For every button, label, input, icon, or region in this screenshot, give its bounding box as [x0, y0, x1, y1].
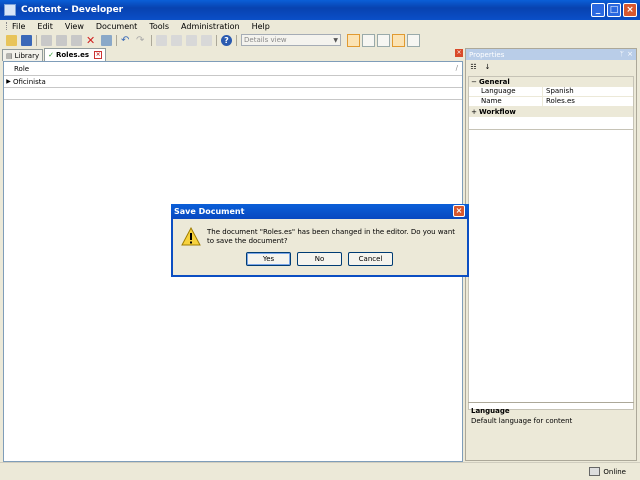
- window-title: Content - Developer: [21, 5, 124, 15]
- help-icon[interactable]: ?: [221, 34, 232, 46]
- tab-library[interactable]: ▤ Library: [2, 49, 44, 61]
- toolbar-separator: [216, 34, 217, 46]
- close-pane-icon[interactable]: ×: [455, 49, 463, 57]
- toolbar-separator: [36, 34, 37, 46]
- description-title: Language: [471, 407, 510, 415]
- grid-header[interactable]: Role /: [4, 62, 462, 76]
- menu-bar: File Edit View Document Tools Administra…: [0, 20, 640, 32]
- categorized-icon[interactable]: ☷: [468, 63, 479, 74]
- menu-help[interactable]: Help: [252, 22, 270, 31]
- filter-icon[interactable]: /: [456, 64, 458, 72]
- toolbar-separator: [116, 34, 117, 46]
- warning-icon: [181, 227, 201, 246]
- dialog-title-bar[interactable]: Save Document: [171, 204, 469, 219]
- properties-panel: Properties ᛘ × ☷ ↓ − General Language Sp…: [465, 48, 637, 461]
- property-description: Language Default language for content: [468, 402, 634, 458]
- table-row[interactable]: ▶ Oficinista: [4, 76, 462, 88]
- property-value[interactable]: Roles.es: [543, 97, 633, 106]
- window-controls: _ □ ×: [591, 3, 637, 17]
- close-tab-icon[interactable]: ×: [94, 51, 103, 59]
- property-grid-empty: [468, 130, 634, 410]
- open-folder-icon[interactable]: [6, 34, 17, 46]
- yes-button[interactable]: Yes: [246, 252, 291, 266]
- menu-edit[interactable]: Edit: [37, 22, 53, 31]
- view-dropdown[interactable]: Details view ▼: [241, 34, 341, 46]
- dialog-buttons: Yes No Cancel: [246, 252, 393, 266]
- row-selector-icon: ▶: [6, 78, 11, 85]
- menu-document[interactable]: Document: [96, 22, 137, 31]
- refresh-icon[interactable]: [201, 34, 212, 46]
- save-icon[interactable]: [21, 34, 32, 46]
- sort-icon[interactable]: [186, 34, 197, 46]
- category-label: General: [479, 78, 510, 86]
- network-icon: [589, 467, 601, 476]
- close-icon[interactable]: ×: [627, 50, 633, 58]
- property-value[interactable]: Spanish: [543, 87, 633, 96]
- properties-icon[interactable]: [101, 34, 112, 46]
- new-document-icon[interactable]: [41, 34, 52, 46]
- close-window-button[interactable]: ×: [623, 3, 637, 17]
- details-view-icon[interactable]: [347, 33, 360, 47]
- redo-icon[interactable]: ↷: [136, 35, 147, 46]
- no-button[interactable]: No: [297, 252, 342, 266]
- tab-label: Roles.es: [55, 51, 90, 59]
- column-header-role[interactable]: Role: [14, 65, 29, 73]
- menu-file[interactable]: File: [12, 22, 25, 31]
- menu-grip: [6, 22, 8, 30]
- move-down-icon[interactable]: [171, 34, 182, 46]
- tab-roles[interactable]: ✓ Roles.es ×: [44, 48, 107, 61]
- collapse-icon[interactable]: −: [469, 78, 479, 86]
- property-name: Name: [469, 97, 543, 106]
- category-label: Workflow: [479, 108, 516, 116]
- move-up-icon[interactable]: [156, 34, 167, 46]
- expand-icon[interactable]: +: [469, 108, 479, 116]
- chevron-down-icon: ▼: [333, 37, 338, 44]
- tab-label: Library: [14, 51, 40, 60]
- cut-icon[interactable]: [56, 34, 67, 46]
- category-workflow[interactable]: + Workflow: [469, 107, 633, 117]
- property-row[interactable]: Language Spanish: [469, 87, 633, 97]
- description-text: Default language for content: [471, 417, 573, 425]
- save-document-dialog: Save Document × The document "Roles.es" …: [171, 204, 469, 277]
- properties-header: Properties ᛘ ×: [466, 49, 636, 60]
- preview-view-icon[interactable]: [392, 33, 405, 47]
- copy-icon[interactable]: [71, 34, 82, 46]
- properties-title: Properties: [469, 50, 505, 59]
- view-dropdown-value: Details view: [244, 36, 287, 44]
- alphabetical-sort-icon[interactable]: ↓: [482, 63, 493, 74]
- undo-icon[interactable]: ↶: [121, 35, 132, 46]
- checkmark-icon: ✓: [48, 51, 54, 59]
- property-row[interactable]: Name Roles.es: [469, 97, 633, 107]
- columns-view-icon[interactable]: [377, 33, 390, 47]
- maximize-button[interactable]: □: [607, 3, 621, 17]
- menu-administration[interactable]: Administration: [181, 22, 240, 31]
- toolbar-separator: [236, 34, 237, 46]
- property-grid: − General Language Spanish Name Roles.es…: [468, 76, 634, 130]
- minimize-button[interactable]: _: [591, 3, 605, 17]
- dialog-close-button[interactable]: ×: [453, 205, 465, 217]
- new-row[interactable]: [4, 88, 462, 100]
- properties-toolbar: ☷ ↓: [466, 60, 636, 76]
- list-view-icon[interactable]: [362, 33, 375, 47]
- cancel-button[interactable]: Cancel: [348, 252, 393, 266]
- status-text: Online: [603, 467, 626, 476]
- toolbar-separator: [151, 34, 152, 46]
- dialog-title: Save Document: [174, 207, 245, 216]
- title-bar: Content - Developer _ □ ×: [0, 0, 640, 20]
- pin-icon[interactable]: ᛘ: [620, 50, 624, 58]
- dialog-message: The document "Roles.es" has been changed…: [207, 228, 456, 245]
- table-cell[interactable]: Oficinista: [13, 78, 46, 86]
- publish-icon[interactable]: [407, 33, 420, 47]
- toolbar: ✕ ↶ ↷ ? Details view ▼: [0, 32, 640, 48]
- property-name: Language: [469, 87, 543, 96]
- menu-tools[interactable]: Tools: [149, 22, 169, 31]
- category-general[interactable]: − General: [469, 77, 633, 87]
- document-tabs: ▤ Library ✓ Roles.es ×: [2, 48, 464, 61]
- app-icon: [4, 4, 16, 16]
- library-icon: ▤: [6, 51, 13, 60]
- menu-view[interactable]: View: [65, 22, 84, 31]
- status-bar: Online: [0, 462, 640, 480]
- delete-icon[interactable]: ✕: [86, 35, 97, 46]
